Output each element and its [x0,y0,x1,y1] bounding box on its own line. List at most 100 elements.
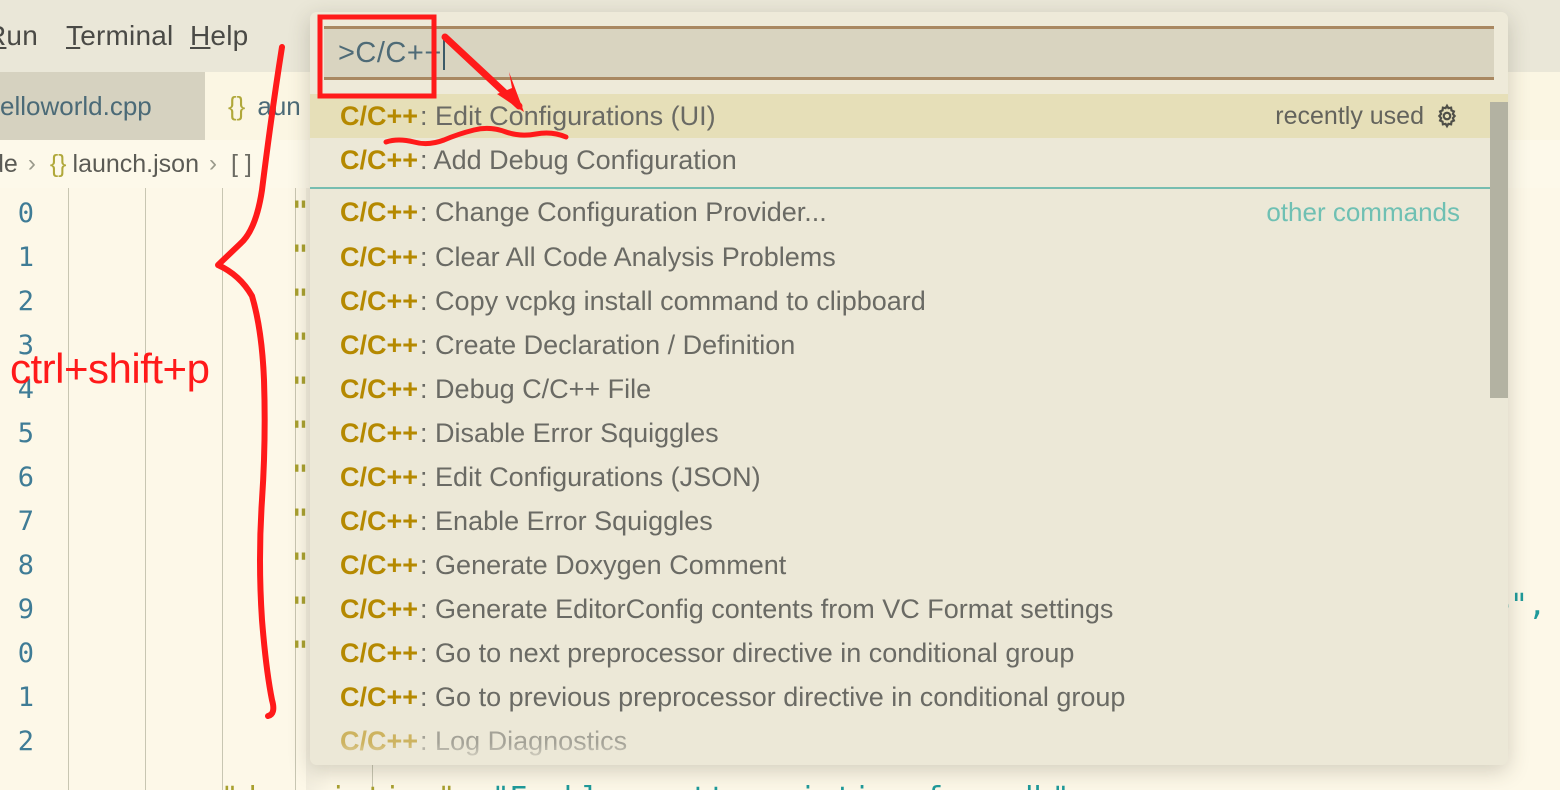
line-number: 7 [17,506,34,537]
array-brackets-icon: [ ] [231,149,252,178]
code-quote: " [292,196,308,227]
recently-used-label: recently used [1275,101,1424,130]
command-item-log-diagnostics[interactable]: C/C++ : Log Diagnostics [310,719,1508,763]
code-key-quote-close: " [437,781,455,790]
command-title: : Disable Error Squiggles [420,417,719,448]
command-item-clear-all-code-analysis-problems[interactable]: C/C++ : Clear All Code Analysis Problems [310,235,1508,279]
code-quote: " [292,240,308,271]
menu-item-terminal-rest: erminal [80,20,174,51]
code-value-quote-open: " [492,781,510,790]
command-category: C/C++ [340,100,419,131]
code-quote: " [292,372,308,403]
command-palette-input[interactable]: >C/C++ [324,26,1494,80]
command-category: C/C++ [340,505,419,536]
command-category: C/C++ [340,373,419,404]
command-item-create-declaration-definition[interactable]: C/C++ : Create Declaration / Definition [310,323,1508,367]
line-number: 1 [17,242,34,273]
chevron-right-icon-1: › [27,150,36,177]
indent-guide-3 [222,188,223,790]
tab-helloworld-cpp-label: elloworld.cpp [0,90,152,121]
command-item-meta: recently used [1275,94,1460,138]
command-palette[interactable]: >C/C++ C/C++ : Edit Configurations (UI) … [310,12,1508,765]
braces-icon-breadcrumb: {} [49,149,67,178]
command-palette-scrollbar-track[interactable] [1490,94,1508,765]
command-item-change-configuration-provider[interactable]: C/C++ : Change Configuration Provider...… [310,189,1508,235]
command-title: : Change Configuration Provider... [420,196,827,227]
command-item-copy-vcpkg-install-command[interactable]: C/C++ : Copy vcpkg install command to cl… [310,279,1508,323]
command-item-enable-error-squiggles[interactable]: C/C++ : Enable Error Squiggles [310,499,1508,543]
tab-helloworld-cpp[interactable]: elloworld.cpp [0,72,205,140]
command-palette-input-value: >C/C++ [338,36,442,69]
indent-guide-2 [145,188,146,790]
line-number: 5 [17,418,34,449]
code-comma: , [1070,781,1088,790]
command-item-edit-configurations-json[interactable]: C/C++ : Edit Configurations (JSON) [310,455,1508,499]
command-title: : Enable Error Squiggles [420,505,713,536]
annotation-shortcut-text: ctrl+shift+p [10,345,210,392]
command-item-go-to-previous-preprocessor-directive[interactable]: C/C++ : Go to previous preprocessor dire… [310,675,1508,719]
command-category: C/C++ [340,593,419,624]
command-item-disable-error-squiggles[interactable]: C/C++ : Disable Error Squiggles [310,411,1508,455]
command-palette-list[interactable]: C/C++ : Edit Configurations (UI) recentl… [310,94,1508,765]
indent-guide-1 [68,188,69,790]
code-quote: " [292,636,308,667]
command-title: : Log Diagnostics [420,725,628,756]
code-quote: " [292,504,308,535]
braces-icon: {} [228,90,246,121]
line-number: 1 [17,682,34,713]
command-title: : Debug C/C++ File [420,373,652,404]
chevron-right-icon-2: › [209,150,217,177]
vscode-window: Run Terminal Help elloworld.cpp {} aun d… [0,0,1560,790]
command-title: : Edit Configurations (JSON) [420,461,761,492]
command-item-go-to-next-preprocessor-directive[interactable]: C/C++ : Go to next preprocessor directiv… [310,631,1508,675]
menu-item-help[interactable]: Help [190,20,248,52]
menu-item-run[interactable]: Run [0,20,38,52]
command-title: : Create Declaration / Definition [420,329,796,360]
command-category: C/C++ [340,417,419,448]
command-title: : Generate EditorConfig contents from VC… [420,593,1114,624]
command-title: : Edit Configurations (UI) [420,100,716,131]
code-key: description [239,781,438,790]
command-item-generate-editorconfig-contents[interactable]: C/C++ : Generate EditorConfig contents f… [310,587,1508,631]
code-quote: " [292,328,308,359]
command-title: : Go to next preprocessor directive in c… [420,637,1075,668]
breadcrumb-segment-launch-json[interactable]: launch.json [73,150,199,179]
breadcrumb-segment-folder[interactable]: de [0,150,18,179]
text-caret [442,36,445,70]
code-quote: " [292,460,308,491]
command-item-add-debug-configuration[interactable]: C/C++ : Add Debug Configuration [310,138,1508,182]
code-value: Enable pretty-printing for gdb [510,781,1052,790]
code-quote: " [292,416,308,447]
command-item-debug-c-cpp-file[interactable]: C/C++ : Debug C/C++ File [310,367,1508,411]
command-category: C/C++ [340,196,419,227]
menu-item-terminal[interactable]: Terminal [66,20,173,52]
code-quote: " [292,592,308,623]
command-category: C/C++ [340,285,419,316]
command-category: C/C++ [340,241,419,272]
menu-item-run-rest: un [6,20,38,51]
line-number-gutter: 0 1 2 3 4 5 6 7 8 9 0 1 2 [0,188,40,790]
menu-item-help-mnemonic: H [190,20,211,51]
other-commands-label: other commands [1266,197,1460,227]
code-value-quote-close: " [1051,781,1069,790]
command-item-generate-doxygen-comment[interactable]: C/C++ : Generate Doxygen Comment [310,543,1508,587]
menu-item-terminal-mnemonic: T [66,20,81,51]
command-title: : Clear All Code Analysis Problems [420,241,836,272]
code-key-quote-open: " [221,781,239,790]
command-category: C/C++ [340,144,419,175]
gear-icon[interactable] [1434,103,1460,129]
code-quote: " [292,284,308,315]
line-number: 9 [17,594,34,625]
code-quote: " [292,548,308,579]
command-category: C/C++ [340,549,419,580]
command-title: : Generate Doxygen Comment [420,549,787,580]
command-item-edit-configurations-ui[interactable]: C/C++ : Edit Configurations (UI) recentl… [310,94,1508,138]
command-palette-scrollbar-thumb[interactable] [1490,102,1508,398]
code-colon: : [455,781,491,790]
line-number: 2 [17,726,34,757]
command-category: C/C++ [340,681,419,712]
command-title: : Go to previous preprocessor directive … [420,681,1126,712]
command-category: C/C++ [340,637,419,668]
command-category: C/C++ [340,329,419,360]
